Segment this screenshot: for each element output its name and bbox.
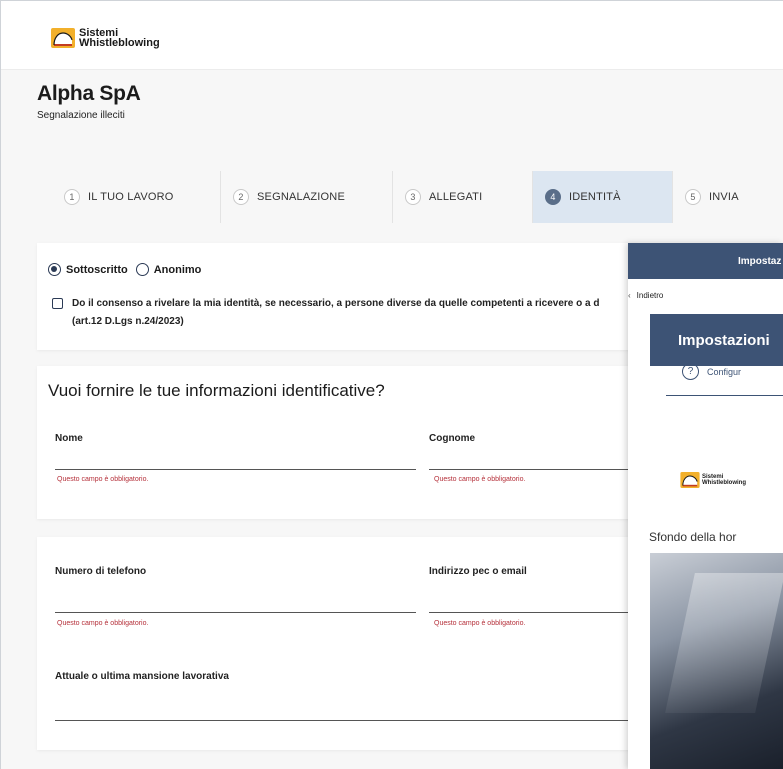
nome-field[interactable] xyxy=(55,469,416,470)
overlay-logo: Sistemi Whistleblowing xyxy=(680,472,746,488)
identification-card: Vuoi fornire le tue informazioni identif… xyxy=(37,366,637,519)
company-name: Alpha SpA xyxy=(37,82,141,105)
tab-step-2[interactable]: 2 SEGNALAZIONE xyxy=(220,171,392,223)
cognome-label: Cognome xyxy=(429,433,476,444)
email-field[interactable] xyxy=(429,612,637,613)
logo-icon xyxy=(51,28,75,48)
tab-step-5[interactable]: 5 INVIA xyxy=(672,171,783,223)
step-tabs: 1 IL TUO LAVORO 2 SEGNALAZIONE 3 ALLEGAT… xyxy=(52,171,783,223)
email-label: Indirizzo pec o email xyxy=(429,566,527,577)
step-label: IDENTITÀ xyxy=(569,191,621,203)
radio-signed-label[interactable]: Sottoscritto xyxy=(66,264,128,276)
chevron-left-icon: ‹ xyxy=(628,291,631,300)
consent-text: Do il consenso a rivelare la mia identit… xyxy=(72,298,600,327)
back-link[interactable]: ‹ Indietro xyxy=(628,279,783,303)
help-icon: ? xyxy=(682,363,699,380)
settings-overlay: Impostaz ‹ Indietro Impostazioni ? Config… xyxy=(628,243,783,769)
step-number: 2 xyxy=(233,189,249,205)
consent-row: Do il consenso a rivelare la mia identit… xyxy=(52,295,599,331)
step-number: 3 xyxy=(405,189,421,205)
identity-radio-group: Sottoscritto Anonimo xyxy=(48,263,201,276)
step-label: SEGNALAZIONE xyxy=(257,191,345,203)
app-logo[interactable]: Sistemi Whistleblowing xyxy=(51,27,160,49)
mansione-label: Attuale o ultima mansione lavorativa xyxy=(55,671,229,682)
contact-card: Numero di telefono Questo campo è obblig… xyxy=(37,537,637,750)
radio-anonymous-label[interactable]: Anonimo xyxy=(154,264,202,276)
company-block: Alpha SpA Segnalazione illeciti xyxy=(37,82,141,121)
radio-anonymous[interactable] xyxy=(135,263,149,276)
nome-error: Questo campo è obbligatorio. xyxy=(57,476,149,483)
company-subtitle: Segnalazione illeciti xyxy=(37,110,125,121)
step-label: IL TUO LAVORO xyxy=(88,191,174,203)
config-tab[interactable]: ? Configur xyxy=(682,363,741,380)
section-title: Vuoi fornire le tue informazioni identif… xyxy=(48,381,385,400)
step-label: ALLEGATI xyxy=(429,191,483,203)
overlay-heading: Impostazioni xyxy=(650,314,783,366)
email-error: Questo campo è obbligatorio. xyxy=(434,620,526,627)
consent-checkbox[interactable] xyxy=(52,298,63,309)
step-number: 1 xyxy=(64,189,80,205)
logo-text: Sistemi Whistleblowing xyxy=(79,27,160,49)
radio-signed[interactable] xyxy=(48,263,61,276)
cognome-error: Questo campo è obbligatorio. xyxy=(434,476,526,483)
step-number: 4 xyxy=(545,189,561,205)
telefono-label: Numero di telefono xyxy=(55,566,147,577)
tab-step-3[interactable]: 3 ALLEGATI xyxy=(392,171,532,223)
logo-icon xyxy=(680,472,700,488)
telefono-field[interactable] xyxy=(55,612,416,613)
step-label: INVIA xyxy=(709,191,739,203)
telefono-error: Questo campo è obbligatorio. xyxy=(57,620,149,627)
tab-step-1[interactable]: 1 IL TUO LAVORO xyxy=(52,171,220,223)
background-label: Sfondo della hor xyxy=(649,530,737,544)
background-image-preview[interactable] xyxy=(650,553,783,769)
identity-choice-card: Sottoscritto Anonimo Do il consenso a ri… xyxy=(37,243,637,350)
tab-step-4[interactable]: 4 IDENTITÀ xyxy=(532,171,672,223)
overlay-title-bar: Impostaz xyxy=(628,243,783,279)
step-number: 5 xyxy=(685,189,701,205)
top-bar: Sistemi Whistleblowing xyxy=(1,1,783,70)
config-tab-underline xyxy=(666,395,783,396)
nome-label: Nome xyxy=(55,433,83,444)
cognome-field[interactable] xyxy=(429,469,637,470)
mansione-field[interactable] xyxy=(55,720,637,721)
